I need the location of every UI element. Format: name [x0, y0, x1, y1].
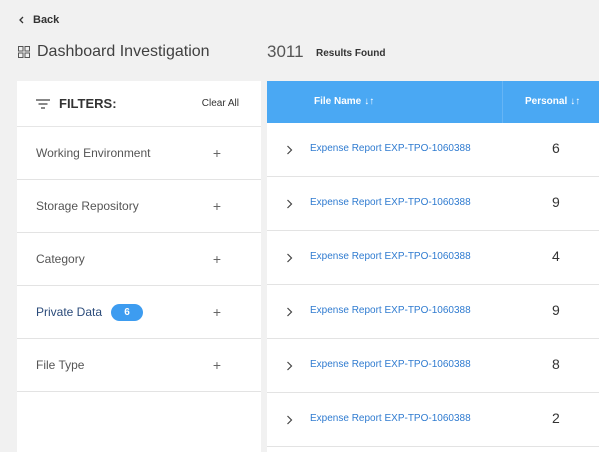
file-name-link[interactable]: Expense Report EXP-TPO-1060388	[310, 197, 471, 208]
page-header: Dashboard Investigation	[18, 43, 210, 61]
file-name-link[interactable]: Expense Report EXP-TPO-1060388	[310, 305, 471, 316]
chevron-right-icon[interactable]	[286, 415, 293, 425]
column-label: Personal	[525, 96, 568, 107]
chevron-right-icon[interactable]	[286, 361, 293, 371]
table-row[interactable]: Expense Report EXP-TPO-1060388 4	[267, 231, 599, 285]
personal-count: 9	[552, 194, 560, 210]
chevron-left-icon	[19, 16, 24, 24]
back-label: Back	[33, 14, 60, 26]
sort-arrows-icon: ↓↑	[364, 96, 375, 107]
chevron-right-icon[interactable]	[286, 145, 293, 155]
filter-label: Category	[36, 252, 85, 266]
personal-count: 2	[552, 410, 560, 426]
dashboard-grid-icon	[18, 46, 30, 58]
personal-count: 9	[552, 302, 560, 318]
table-row[interactable]: Expense Report EXP-TPO-1060388 6	[267, 123, 599, 177]
filter-working-environment[interactable]: Working Environment +	[17, 127, 261, 180]
filter-icon	[36, 98, 50, 109]
personal-count: 6	[552, 140, 560, 156]
sort-arrows-icon: ↓↑	[570, 96, 581, 107]
chevron-right-icon[interactable]	[286, 253, 293, 263]
back-link[interactable]: Back	[17, 14, 59, 26]
clear-all-button[interactable]: Clear All	[202, 98, 239, 109]
expand-plus-icon[interactable]: +	[213, 358, 221, 372]
expand-plus-icon[interactable]: +	[213, 305, 221, 319]
personal-count: 4	[552, 248, 560, 264]
filters-panel: FILTERS: Clear All Working Environment +…	[17, 81, 261, 452]
column-label: File Name	[314, 96, 362, 107]
filter-category[interactable]: Category +	[17, 233, 261, 286]
filter-label: Private Data	[36, 305, 103, 319]
results-label: Results Found	[316, 48, 386, 59]
count-badge: 6	[111, 303, 144, 321]
filter-label: File Type	[36, 358, 85, 372]
table-row[interactable]: Expense Report EXP-TPO-1060388 8	[267, 339, 599, 393]
personal-count: 8	[552, 356, 560, 372]
expand-plus-icon[interactable]: +	[213, 199, 221, 213]
results-count: 3011	[267, 42, 304, 61]
filters-header: FILTERS: Clear All	[17, 81, 261, 127]
column-header-personal[interactable]: Personal ↓↑	[525, 96, 580, 107]
column-divider	[502, 81, 503, 123]
table-row[interactable]: Expense Report EXP-TPO-1060388 9	[267, 177, 599, 231]
filters-title: FILTERS:	[59, 96, 117, 111]
table-header: File Name ↓↑ Personal ↓↑	[267, 81, 599, 123]
filter-private-data[interactable]: Private Data 6 +	[17, 286, 261, 339]
file-name-link[interactable]: Expense Report EXP-TPO-1060388	[310, 143, 471, 154]
filter-label: Storage Repository	[36, 199, 139, 213]
expand-plus-icon[interactable]: +	[213, 252, 221, 266]
file-name-link[interactable]: Expense Report EXP-TPO-1060388	[310, 251, 471, 262]
chevron-right-icon[interactable]	[286, 307, 293, 317]
filter-storage-repository[interactable]: Storage Repository +	[17, 180, 261, 233]
table-row[interactable]: Expense Report EXP-TPO-1060388 2	[267, 393, 599, 447]
filter-label: Working Environment	[36, 146, 151, 160]
expand-plus-icon[interactable]: +	[213, 146, 221, 160]
file-name-link[interactable]: Expense Report EXP-TPO-1060388	[310, 359, 471, 370]
table-row[interactable]: Expense Report EXP-TPO-1060388 9	[267, 285, 599, 339]
results-table: File Name ↓↑ Personal ↓↑ Expense Report …	[267, 81, 599, 452]
chevron-right-icon[interactable]	[286, 199, 293, 209]
page-title: Dashboard Investigation	[37, 43, 210, 60]
filter-file-type[interactable]: File Type +	[17, 339, 261, 392]
column-header-file-name[interactable]: File Name ↓↑	[314, 96, 374, 107]
file-name-link[interactable]: Expense Report EXP-TPO-1060388	[310, 413, 471, 424]
